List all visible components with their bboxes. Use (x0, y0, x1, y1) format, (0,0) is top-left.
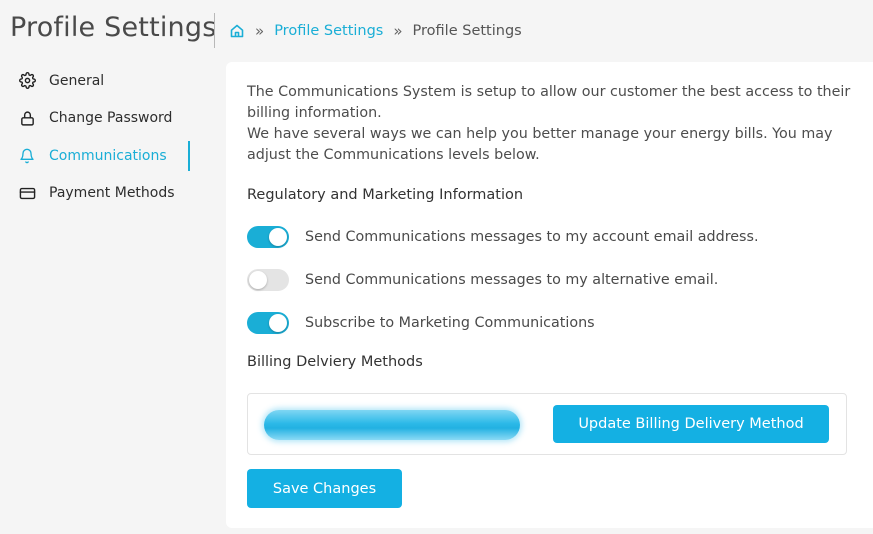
update-billing-delivery-button[interactable]: Update Billing Delivery Method (553, 405, 829, 443)
billing-delivery-box: Update Billing Delivery Method (247, 393, 847, 455)
regulatory-section-title: Regulatory and Marketing Information (247, 187, 524, 203)
alternative-email-toggle[interactable] (247, 269, 289, 291)
toggle-row-account-email: Send Communications messages to my accou… (247, 225, 759, 249)
intro-line-2: We have several ways we can help you bet… (247, 126, 833, 163)
sidebar-item-label: Payment Methods (49, 185, 175, 202)
account-email-toggle[interactable] (247, 226, 289, 248)
sidebar-item-label: General (49, 72, 105, 89)
toggle-label: Subscribe to Marketing Communications (305, 315, 595, 331)
sidebar-item-label: Change Password (49, 110, 173, 127)
gear-icon (18, 72, 36, 90)
toggle-knob (249, 271, 267, 289)
breadcrumb-separator: » (255, 22, 265, 40)
redacted-billing-method (264, 410, 520, 440)
marketing-toggle[interactable] (247, 312, 289, 334)
sidebar-item-payment-methods[interactable]: Payment Methods (10, 175, 190, 213)
page-header: Profile Settings » Profile Settings » Pr… (0, 0, 873, 62)
sidebar-item-label: Communications (49, 147, 167, 164)
breadcrumb-link-profile-settings[interactable]: Profile Settings (274, 23, 383, 39)
sidebar-item-change-password[interactable]: Change Password (10, 100, 190, 138)
toggle-knob (269, 314, 287, 332)
billing-section-title: Billing Delviery Methods (247, 354, 423, 370)
toggle-knob (269, 228, 287, 246)
sidebar: General Change Password Communications P… (10, 62, 190, 212)
page-title: Profile Settings (10, 12, 217, 43)
save-changes-button[interactable]: Save Changes (247, 469, 402, 508)
breadcrumb-separator: » (393, 22, 403, 40)
sidebar-item-general[interactable]: General (10, 62, 190, 100)
credit-card-icon (18, 184, 36, 202)
communications-card: The Communications System is setup to al… (226, 62, 873, 528)
intro-line-1: The Communications System is setup to al… (247, 84, 851, 121)
toggle-label: Send Communications messages to my accou… (305, 229, 759, 245)
toggle-row-alternative-email: Send Communications messages to my alter… (247, 268, 718, 292)
bell-icon (18, 147, 36, 165)
toggle-row-marketing: Subscribe to Marketing Communications (247, 311, 595, 335)
home-icon[interactable] (229, 23, 245, 39)
lock-icon (18, 109, 36, 127)
toggle-label: Send Communications messages to my alter… (305, 272, 719, 288)
breadcrumb: » Profile Settings » Profile Settings (229, 20, 522, 42)
intro-text: The Communications System is setup to al… (247, 82, 857, 166)
sidebar-item-communications[interactable]: Communications (10, 137, 190, 175)
header-divider (214, 13, 215, 48)
breadcrumb-current: Profile Settings (412, 23, 522, 39)
